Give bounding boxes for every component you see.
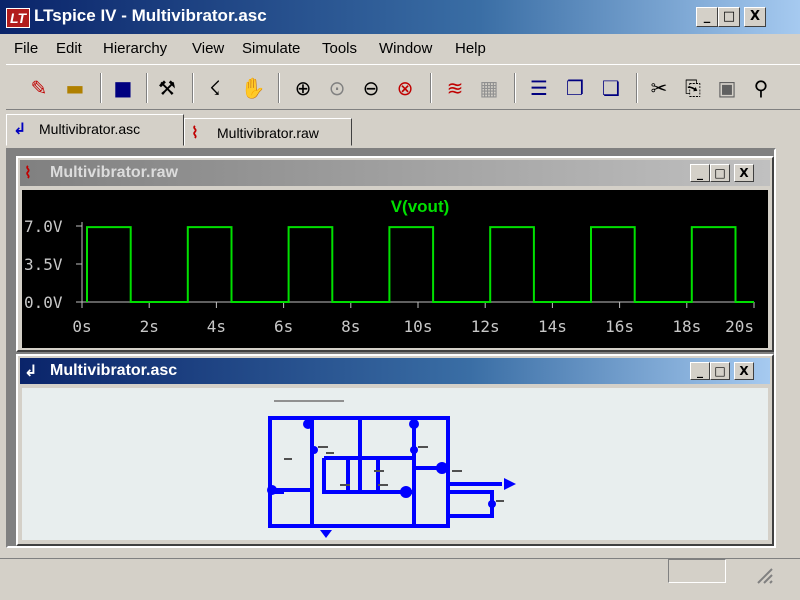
x-tick-label: 10s (404, 317, 433, 336)
toolbar-separator (146, 73, 148, 103)
tab-label: Multivibrator.asc (39, 121, 141, 137)
waveform-minimize-button[interactable]: _ (690, 164, 710, 182)
schematic-icon: ↲ (24, 361, 38, 380)
maximize-button[interactable]: □ (718, 7, 740, 27)
schematic-close-button[interactable]: X (734, 362, 754, 380)
waveform-window-title-bar[interactable]: ⌇ Multivibrator.raw _ □ X (20, 160, 770, 186)
x-tick-label: 4s (207, 317, 226, 336)
cascade-icon[interactable]: ❐ (562, 75, 588, 101)
trace-label: V(vout) (391, 197, 450, 216)
toolbar-separator (278, 73, 280, 103)
y-tick-label: 0.0V (24, 293, 63, 312)
waveform-chart: 0.0V 3.5V 7.0V 0s 2s 4s 6s 8s 10s 12s 14s 16s 18s 20s… (24, 197, 755, 336)
y-tick-label: 7.0V (24, 217, 63, 236)
toolbar-separator (430, 73, 432, 103)
menu-hierarchy[interactable]: Hierarchy (103, 40, 167, 57)
menu-help[interactable]: Help (455, 40, 486, 57)
schematic-minimize-button[interactable]: _ (690, 362, 710, 380)
y-tick-label: 3.5V (24, 255, 63, 274)
menu-simulate[interactable]: Simulate (242, 40, 300, 57)
series-line-vout (86, 226, 754, 303)
open-icon[interactable]: ▬ (62, 75, 88, 101)
autorange-icon[interactable]: ≋ (442, 75, 468, 101)
menu-file[interactable]: File (14, 40, 38, 57)
mdi-workspace: ⌇ Multivibrator.raw _ □ X 0.0V 3.5V 7.0V 0s… (6, 148, 776, 548)
x-tick-label: 6s (274, 317, 293, 336)
minimize-button[interactable]: _ (696, 7, 718, 27)
paste-icon[interactable]: ▣ (714, 75, 740, 101)
copy-icon[interactable]: ⎘ (680, 75, 706, 101)
schematic-window-title: Multivibrator.asc (50, 362, 178, 379)
x-tick-label: 8s (341, 317, 360, 336)
ltspice-logo-icon[interactable]: LT (6, 8, 30, 28)
waveform-window: ⌇ Multivibrator.raw _ □ X 0.0V 3.5V 7.0V 0s… (16, 156, 774, 352)
x-tick-label: 20s (725, 317, 754, 336)
x-tick-label: 18s (672, 317, 701, 336)
tab-label: Multivibrator.raw (217, 125, 319, 141)
schematic-window-title-bar[interactable]: ↲ Multivibrator.asc _ □ X (20, 358, 770, 384)
zoom-box-icon[interactable]: ⊙ (324, 75, 350, 101)
schematic-icon: ↲ (13, 119, 27, 138)
schematic-maximize-button[interactable]: □ (710, 362, 730, 380)
halt-icon[interactable]: ✋ (240, 75, 266, 101)
waveform-close-button[interactable]: X (734, 164, 754, 182)
resize-grip-icon[interactable] (754, 565, 774, 585)
zoom-out-icon[interactable]: ⊖ (358, 75, 384, 101)
circuit-schematic (267, 400, 516, 538)
toolbar-separator (192, 73, 194, 103)
waveform-window-title: Multivibrator.raw (50, 164, 179, 181)
tile-vertical-icon[interactable]: ❏ (598, 75, 624, 101)
grid-icon[interactable]: ▦ (476, 75, 502, 101)
menu-edit[interactable]: Edit (56, 40, 82, 57)
app-title: LTspice IV - Multivibrator.asc (34, 6, 267, 25)
status-bar (0, 558, 800, 600)
tab-multivibrator-raw[interactable]: ⌇ Multivibrator.raw (184, 118, 352, 146)
x-tick-label: 12s (471, 317, 500, 336)
tab-multivibrator-asc[interactable]: ↲ Multivibrator.asc (6, 114, 184, 146)
app-title-bar[interactable]: LT LTspice IV - Multivibrator.asc _ □ X (0, 0, 800, 34)
save-icon[interactable]: ■ (110, 75, 136, 101)
waveform-icon: ⌇ (24, 163, 32, 182)
x-tick-label: 2s (140, 317, 159, 336)
menu-window[interactable]: Window (379, 40, 432, 57)
waveform-icon: ⌇ (191, 123, 199, 142)
x-tick-label: 14s (538, 317, 567, 336)
x-tick-label: 16s (605, 317, 634, 336)
close-button[interactable]: X (744, 7, 766, 27)
menu-view[interactable]: View (192, 40, 224, 57)
schematic-window: ↲ Multivibrator.asc _ □ X (16, 354, 774, 546)
zoom-fit-icon[interactable]: ⊗ (392, 75, 418, 101)
toolbar-separator (636, 73, 638, 103)
schematic-canvas[interactable] (22, 388, 768, 540)
x-tick-label: 0s (72, 317, 91, 336)
toolbar-separator (514, 73, 516, 103)
waveform-maximize-button[interactable]: □ (710, 164, 730, 182)
status-panel (668, 559, 726, 583)
control-panel-icon[interactable]: ⚒ (154, 75, 180, 101)
waveform-plot[interactable]: 0.0V 3.5V 7.0V 0s 2s 4s 6s 8s 10s 12s 14s 16s 18s 20s… (22, 190, 768, 348)
find-icon[interactable]: ⚲ (748, 75, 774, 101)
cut-icon[interactable]: ✂ (646, 75, 672, 101)
zoom-in-icon[interactable]: ⊕ (290, 75, 316, 101)
document-tabs: ↲ Multivibrator.asc ⌇ Multivibrator.raw (0, 112, 800, 148)
menu-tools[interactable]: Tools (322, 40, 357, 57)
run-icon[interactable]: ☇ (202, 75, 228, 101)
tile-horizontal-icon[interactable]: ☰ (526, 75, 552, 101)
new-schematic-icon[interactable]: ✎ (26, 75, 52, 101)
menu-bar: File Edit Hierarchy View Simulate Tools … (0, 34, 800, 64)
toolbar-separator (100, 73, 102, 103)
toolbar: ✎ ▬ ■ ⚒ ☇ ✋ ⊕ ⊙ ⊖ ⊗ ≋ ▦ ☰ ❐ ❏ ✂ ⎘ ▣ ⚲ (6, 64, 800, 110)
